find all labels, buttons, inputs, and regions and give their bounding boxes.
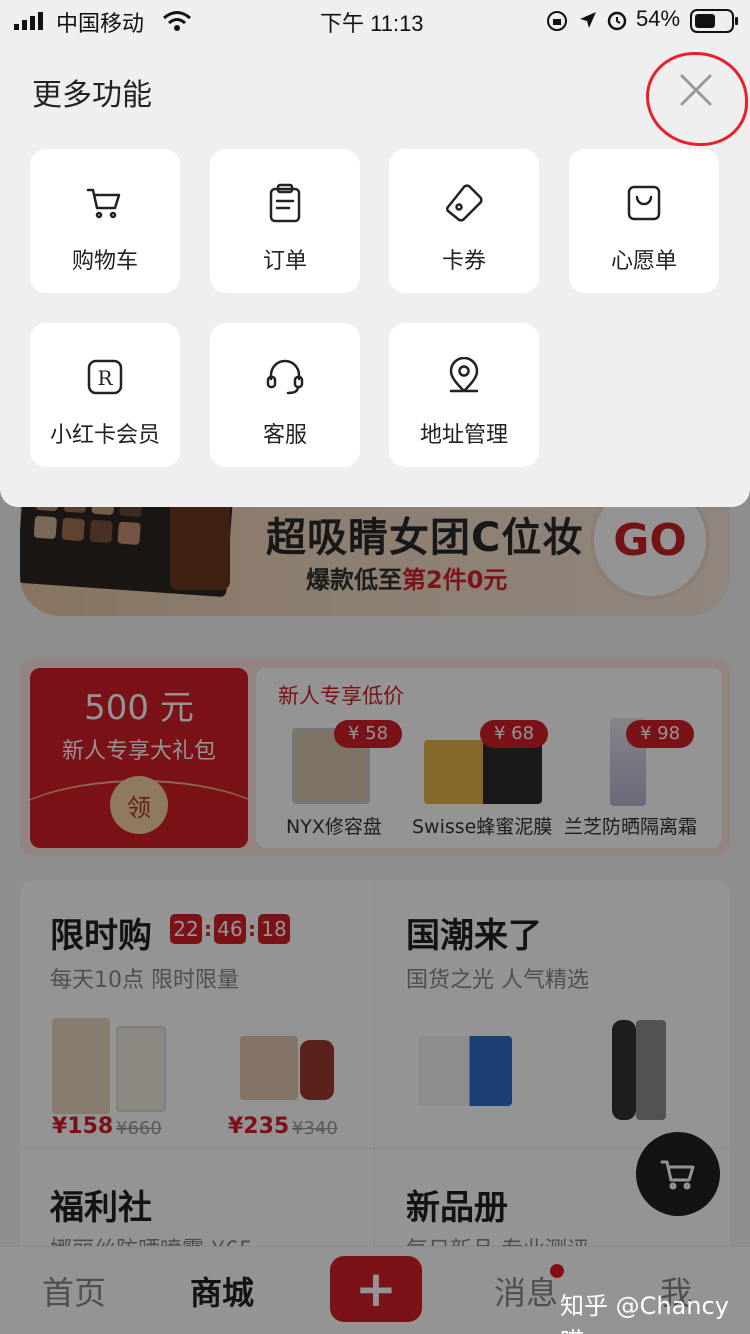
location-pin-icon [449,357,479,393]
wishlist-label: 心愿单 [610,249,677,274]
rotation-lock-icon [547,11,567,31]
membership-label: 小红卡会员 [49,423,160,448]
status-bar: 中国移动 下午 11:13 54% [0,0,750,42]
coupons-card[interactable]: 卡券 [389,149,539,293]
sheet-title: 更多功能 [32,78,152,113]
svg-text:R: R [97,366,113,390]
cart-card[interactable]: 购物车 [30,149,180,293]
close-icon[interactable] [672,66,720,114]
address-label: 地址管理 [419,423,508,448]
ticket-icon [446,184,483,222]
carrier: 中国移动 [56,11,145,36]
customer-service-card[interactable]: 客服 [210,323,360,467]
wifi-icon [163,11,191,31]
orders-label: 订单 [262,249,307,274]
coupons-label: 卡券 [441,249,486,274]
more-functions-sheet: 中国移动 下午 11:13 54% 更多功能 购物车 订单 卡券 心愿单 R 小… [0,0,750,507]
address-card[interactable]: 地址管理 [389,323,539,467]
clipboard-icon [269,183,301,223]
headset-icon [266,359,304,395]
battery-icon [690,9,738,33]
shopping-bag-icon [627,185,661,221]
signal-icon [14,12,43,30]
orders-card[interactable]: 订单 [210,149,360,293]
cart-icon [86,188,121,219]
wishlist-card[interactable]: 心愿单 [569,149,719,293]
watermark: 知乎 @Chancy喵 [560,1292,729,1334]
alarm-icon [607,11,627,31]
cart-label: 购物车 [71,249,138,274]
clock: 下午 11:13 [320,11,424,36]
r-badge-icon: R [87,359,123,395]
battery-percent: 54% [636,6,681,31]
location-arrow-icon [580,12,596,28]
customer-service-label: 客服 [262,423,307,448]
membership-card[interactable]: R 小红卡会员 [30,323,180,467]
